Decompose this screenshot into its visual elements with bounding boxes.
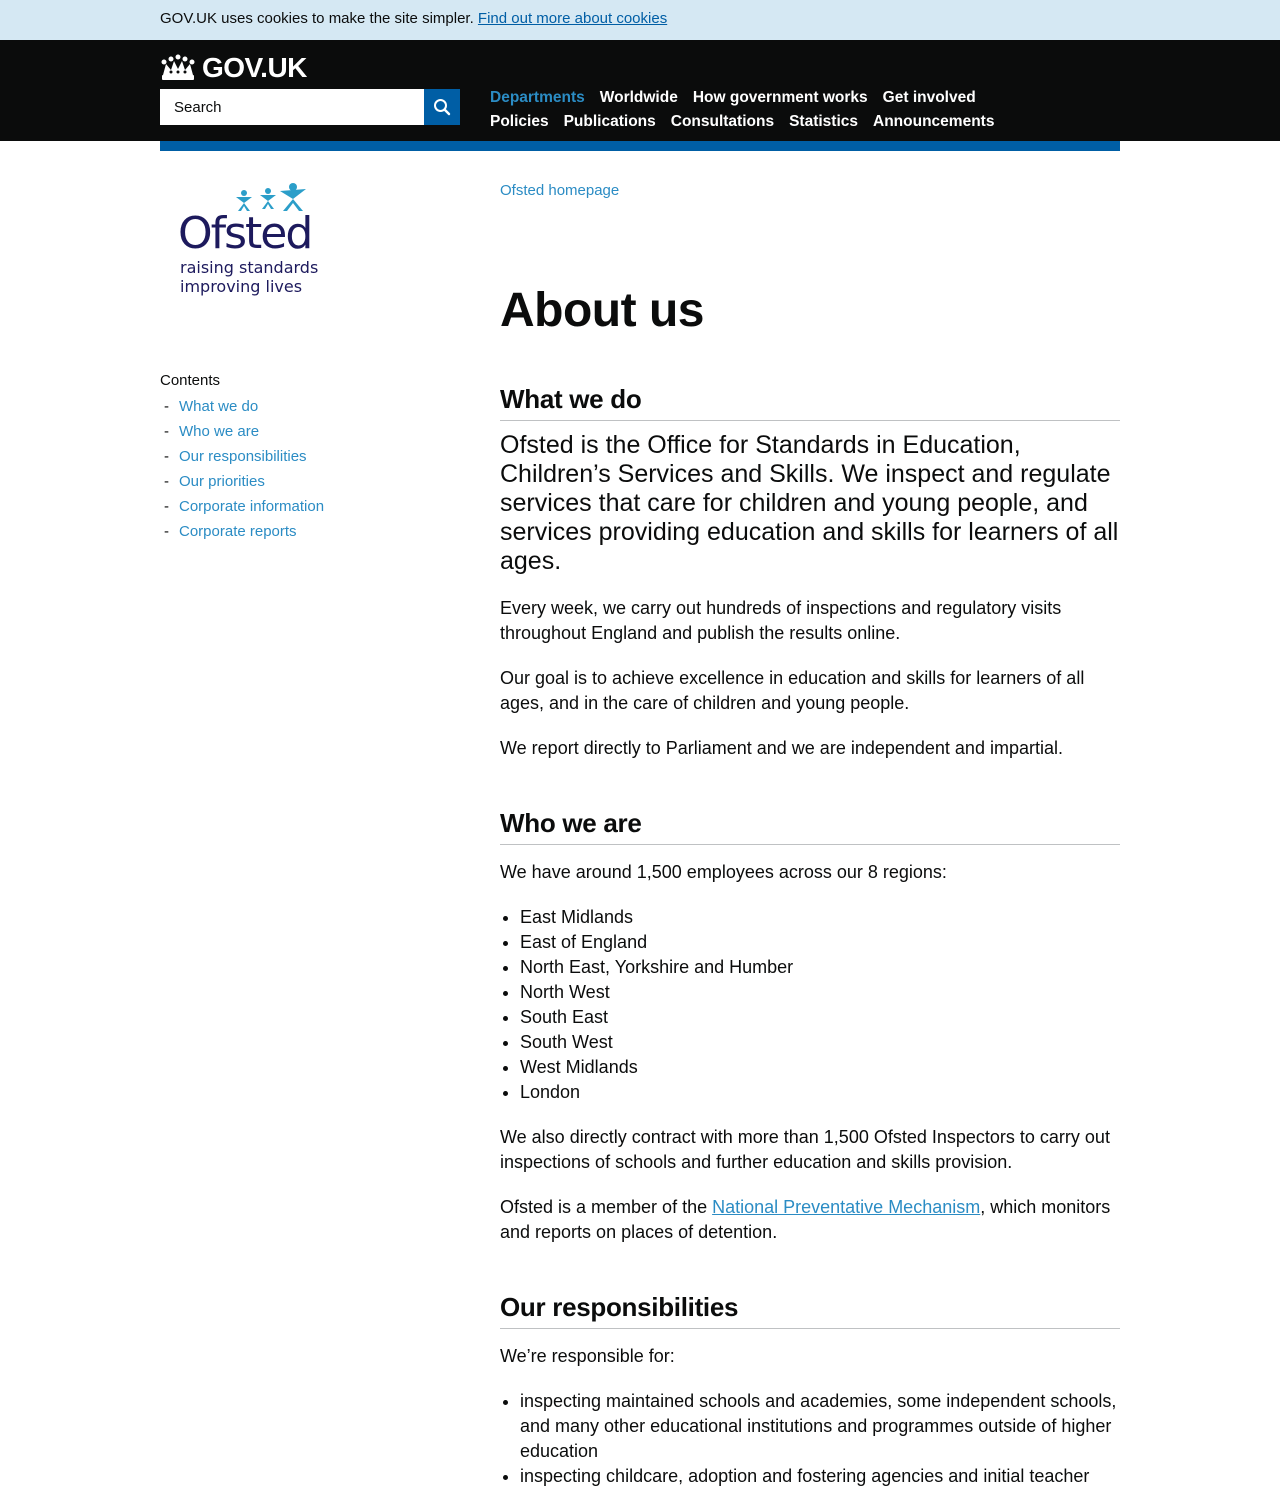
cookie-banner-text: GOV.UK uses cookies to make the site sim… [160, 10, 474, 27]
main-navigation: Departments Worldwide How government wor… [490, 86, 1009, 134]
contents-link-our-priorities[interactable]: Our priorities [179, 473, 265, 490]
crown-icon [161, 54, 195, 80]
contents-link-corporate-information[interactable]: Corporate information [179, 498, 324, 515]
list-item: South West [520, 1030, 1120, 1055]
section-heading-who-we-are: Who we are [500, 808, 1120, 846]
list-item: East Midlands [520, 905, 1120, 930]
list-item: North West [520, 980, 1120, 1005]
breadcrumb-ofsted-homepage[interactable]: Ofsted homepage [500, 182, 1120, 199]
nav-consultations[interactable]: Consultations [671, 113, 774, 131]
list-dash: - [164, 423, 169, 440]
ofsted-logo-tagline-2: improving lives [180, 277, 302, 296]
list-item: inspecting childcare, adoption and foste… [520, 1464, 1120, 1489]
ofsted-logo[interactable]: Ofsted raising standards improving lives [178, 181, 323, 304]
list-item: North East, Yorkshire and Humber [520, 955, 1120, 980]
contents-link-what-we-do[interactable]: What we do [179, 398, 258, 415]
contents-item: - What we do [160, 394, 324, 419]
section-heading-what-we-do: What we do [500, 384, 1120, 421]
contents-item: - Who we are [160, 419, 324, 444]
list-item: London [520, 1080, 1120, 1105]
cookie-info-link[interactable]: Find out more about cookies [478, 10, 667, 27]
list-dash: - [164, 448, 169, 465]
nav-departments[interactable]: Departments [490, 89, 585, 107]
paragraph: We also directly contract with more than… [500, 1127, 1110, 1173]
contents-item: - Corporate information [160, 494, 324, 519]
paragraph: We report directly to Parliament and we … [500, 737, 1063, 758]
nav-announcements[interactable]: Announcements [873, 113, 994, 131]
contents-link-who-we-are[interactable]: Who we are [179, 423, 259, 440]
main-content: Ofsted homepage About us What we do Ofst… [500, 182, 1120, 1489]
list-dash: - [164, 473, 169, 490]
site-header: GOV.UK Departments Worldwide How governm… [0, 40, 1280, 141]
section-what-we-do: What we do Ofsted is the Office for Stan… [500, 384, 1120, 761]
contents-item: - Our priorities [160, 469, 324, 494]
paragraph: Ofsted is a member of the National Preve… [500, 1195, 1120, 1245]
paragraph: We’re responsible for: [500, 1346, 675, 1367]
contents-title: Contents [160, 372, 221, 389]
national-preventative-mechanism-link[interactable]: National Preventative Mechanism [712, 1197, 980, 1217]
list-dash: - [164, 523, 169, 540]
list-item: inspecting maintained schools and academ… [520, 1389, 1120, 1464]
govuk-logo-link[interactable]: GOV.UK [160, 52, 307, 84]
search-form [160, 89, 460, 125]
contents-link-our-responsibilities[interactable]: Our responsibilities [179, 448, 307, 465]
ofsted-figures-icon [236, 183, 306, 211]
section-our-responsibilities: Our responsibilities We’re responsible f… [500, 1292, 1120, 1489]
list-item: South East [520, 1005, 1120, 1030]
nav-how-government-works[interactable]: How government works [693, 89, 868, 107]
contents-link-corporate-reports[interactable]: Corporate reports [179, 523, 297, 540]
search-button[interactable] [424, 89, 460, 125]
list-item: East of England [520, 930, 1120, 955]
regions-list: East Midlands East of England North East… [500, 905, 1120, 1105]
contents-item: - Corporate reports [160, 519, 324, 544]
cookie-banner: GOV.UK uses cookies to make the site sim… [0, 0, 1280, 40]
nav-worldwide[interactable]: Worldwide [600, 89, 678, 107]
list-dash: - [164, 398, 169, 415]
ofsted-logo-tagline-1: raising standards [180, 258, 318, 277]
search-icon [434, 99, 451, 116]
govuk-logo-text: GOV.UK [202, 52, 307, 83]
section-heading-our-responsibilities: Our responsibilities [500, 1292, 1120, 1330]
list-item: West Midlands [520, 1055, 1120, 1080]
paragraph-text: Ofsted is a member of the [500, 1197, 713, 1218]
contents-item: - Our responsibilities [160, 444, 324, 469]
header-accent-bar [160, 141, 1120, 151]
list-dash: - [164, 498, 169, 515]
paragraph: Our goal is to achieve excellence in edu… [500, 667, 1085, 713]
nav-policies[interactable]: Policies [490, 113, 549, 131]
nav-get-involved[interactable]: Get involved [883, 89, 976, 107]
lead-paragraph: Ofsted is the Office for Standards in Ed… [500, 430, 1119, 575]
paragraph: We have around 1,500 employees across ou… [500, 862, 947, 883]
page-title: About us [500, 284, 704, 337]
ofsted-logo-name: Ofsted [178, 208, 311, 259]
nav-publications[interactable]: Publications [564, 113, 656, 131]
responsibilities-list: inspecting maintained schools and academ… [500, 1389, 1120, 1489]
nav-statistics[interactable]: Statistics [789, 113, 858, 131]
section-who-we-are: Who we are We have around 1,500 employee… [500, 808, 1120, 1245]
contents-nav: Contents - What we do - Who we are - Our re… [160, 372, 324, 544]
paragraph: Every week, we carry out hundreds of ins… [500, 597, 1062, 643]
search-input[interactable] [160, 89, 424, 125]
